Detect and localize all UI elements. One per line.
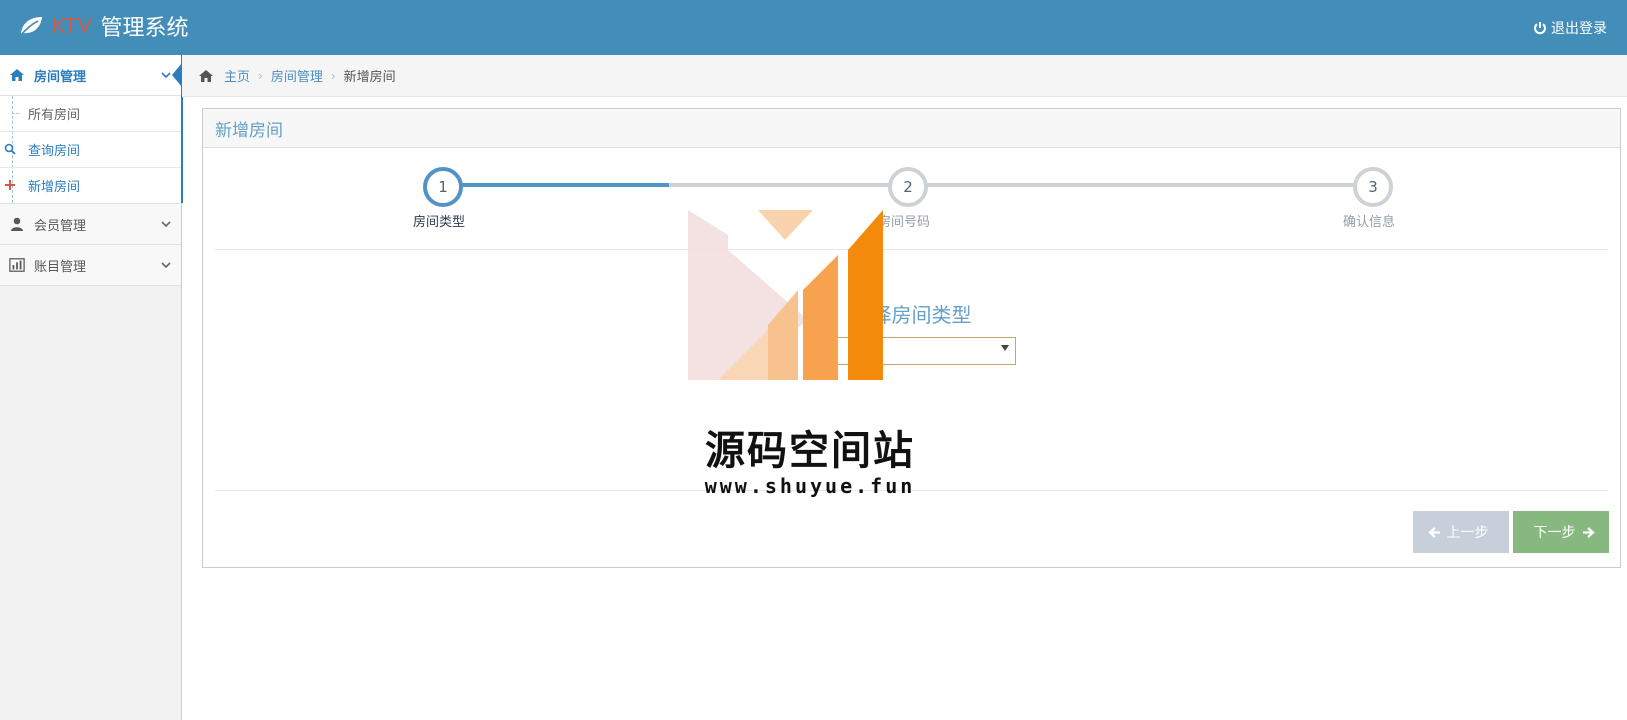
sidebar-subitem-all-rooms[interactable]: 所有房间 [0, 96, 181, 131]
logout-button[interactable]: 退出登录 [1533, 18, 1607, 38]
watermark-url: www.shuyue.fun [704, 474, 916, 498]
breadcrumb-current: 新增房间 [343, 70, 396, 85]
plus-icon [5, 180, 15, 190]
sidebar: 房间管理 所有房间 查询房间 新增房间 会员管理 账目管理 [0, 55, 182, 720]
top-navbar: KTV 管理系统 退出登录 [0, 0, 1627, 55]
widget-header: 新增房间 [203, 109, 1620, 148]
step-1-title: 房间类型 [412, 215, 465, 230]
sidebar-item-label: 房间管理 [34, 69, 87, 85]
chevron-down-icon [151, 218, 181, 230]
breadcrumb-section-link[interactable]: 房间管理 [271, 66, 323, 85]
brand-prefix: KTV [52, 14, 93, 38]
step-remaining-line [669, 183, 1354, 187]
sidebar-subitem-search-rooms[interactable]: 查询房间 [0, 131, 181, 167]
prev-step-label: 上一步 [1446, 525, 1489, 541]
breadcrumb-home-link[interactable]: 主页 [224, 66, 250, 85]
brand[interactable]: KTV 管理系统 [18, 8, 188, 44]
sidebar-item-label: 会员管理 [34, 218, 87, 234]
home-icon [199, 69, 213, 82]
submenu-room-management: 所有房间 查询房间 新增房间 [0, 96, 181, 204]
next-step-label: 下一步 [1533, 525, 1576, 541]
home-icon [0, 67, 34, 83]
sidebar-item-room-management[interactable]: 房间管理 [0, 55, 182, 96]
step-progress-line [443, 183, 669, 187]
step-3-circle[interactable]: 3 [1353, 167, 1393, 207]
bar-chart-icon [0, 257, 34, 273]
sidebar-subitem-label: 所有房间 [28, 108, 81, 123]
widget-title: 新增房间 [215, 120, 283, 141]
search-icon [4, 143, 16, 155]
step-3-title: 确认信息 [1342, 215, 1395, 230]
logout-label: 退出登录 [1551, 21, 1607, 37]
brand-title: 管理系统 [100, 16, 189, 41]
sidebar-subitem-label: 新增房间 [28, 180, 81, 195]
step-1-circle[interactable]: 1 [423, 167, 463, 207]
sidebar-subitem-add-room[interactable]: 新增房间 [0, 167, 181, 203]
next-step-button[interactable]: 下一步 [1513, 511, 1609, 553]
sidebar-item-account-management[interactable]: 账目管理 [0, 245, 181, 286]
arrow-right-icon [1582, 526, 1595, 538]
chevron-down-icon [151, 259, 181, 271]
sidebar-item-member-management[interactable]: 会员管理 [0, 204, 181, 245]
step-2-circle[interactable]: 2 [888, 167, 928, 207]
caret-down-icon [1001, 345, 1009, 351]
arrow-left-icon [1427, 526, 1440, 538]
sidebar-subitem-label: 查询房间 [28, 144, 81, 159]
prev-step-button[interactable]: 上一步 [1413, 511, 1509, 553]
tree-dash [12, 113, 19, 114]
user-icon [0, 216, 34, 232]
watermark-text: 源码空间站 [705, 428, 915, 474]
leaf-icon [19, 17, 42, 37]
power-icon [1534, 22, 1546, 35]
chevron-right-icon: › [258, 68, 263, 83]
chevron-right-icon: › [330, 68, 336, 83]
breadcrumb: 主页 › 房间管理 › 新增房间 [182, 55, 1627, 97]
sidebar-item-label: 账目管理 [34, 259, 87, 275]
